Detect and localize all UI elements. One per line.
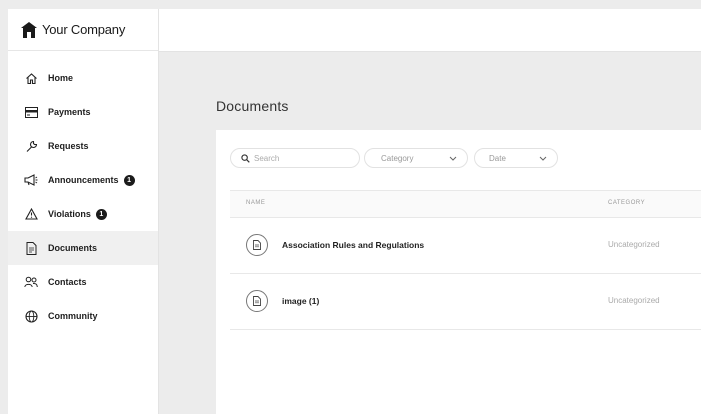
- sidebar-item-label: Requests: [48, 141, 89, 151]
- search-icon: [241, 153, 250, 163]
- document-name[interactable]: image (1): [282, 296, 319, 306]
- sidebar-item-community[interactable]: Community: [8, 299, 158, 333]
- sidebar-item-contacts[interactable]: Contacts: [8, 265, 158, 299]
- warning-icon: [24, 207, 38, 221]
- sidebar-item-requests[interactable]: Requests: [8, 129, 158, 163]
- document-category: Uncategorized: [608, 240, 660, 249]
- sidebar-item-label: Community: [48, 311, 98, 321]
- sidebar-item-label: Announcements: [48, 175, 119, 185]
- notification-badge: 1: [95, 208, 107, 220]
- notification-badge: 1: [123, 174, 135, 186]
- globe-icon: [24, 309, 38, 323]
- documents-card: Search Category Date NAME CATEGORY Assoc…: [216, 130, 701, 414]
- sidebar-item-label: Home: [48, 73, 74, 83]
- column-header-name[interactable]: NAME: [246, 200, 265, 206]
- house-icon: [21, 21, 37, 38]
- search-input[interactable]: Search: [230, 148, 360, 168]
- company-logo[interactable]: Your Company: [8, 9, 158, 51]
- column-header-category[interactable]: CATEGORY: [608, 200, 645, 206]
- category-dropdown[interactable]: Category: [364, 148, 468, 168]
- top-bar: [159, 9, 701, 52]
- table-header: NAME CATEGORY: [230, 190, 701, 218]
- document-name[interactable]: Association Rules and Regulations: [282, 240, 424, 250]
- sidebar-item-label: Violations: [48, 209, 91, 219]
- sidebar-nav: Home Payments Requests Announcements 1 V…: [8, 61, 158, 333]
- search-placeholder: Search: [254, 153, 280, 163]
- document-icon: [24, 241, 38, 255]
- sidebar-item-violations[interactable]: Violations 1: [8, 197, 158, 231]
- wrench-icon: [24, 139, 38, 153]
- chevron-down-icon: [539, 156, 547, 161]
- sidebar-item-announcements[interactable]: Announcements 1: [8, 163, 158, 197]
- sidebar-item-home[interactable]: Home: [8, 61, 158, 95]
- sidebar-item-payments[interactable]: Payments: [8, 95, 158, 129]
- sidebar-item-documents[interactable]: Documents: [8, 231, 158, 265]
- credit-card-icon: [24, 105, 38, 119]
- sidebar-item-label: Contacts: [48, 277, 87, 287]
- chevron-down-icon: [449, 156, 457, 161]
- sidebar-item-label: Payments: [48, 107, 91, 117]
- company-name: Your Company: [42, 22, 126, 37]
- document-category: Uncategorized: [608, 296, 660, 305]
- filter-bar: Search Category Date: [230, 148, 558, 168]
- date-dropdown-label: Date: [489, 153, 506, 163]
- document-icon: [246, 290, 268, 312]
- sidebar-item-label: Documents: [48, 243, 98, 253]
- page-title: Documents: [216, 98, 289, 114]
- date-dropdown[interactable]: Date: [474, 148, 558, 168]
- sidebar: Your Company Home Payments Requests Anno…: [8, 9, 159, 414]
- home-icon: [24, 71, 38, 85]
- documents-table: NAME CATEGORY Association Rules and Regu…: [230, 190, 701, 330]
- megaphone-icon: [24, 173, 38, 187]
- table-row[interactable]: image (1) Uncategorized: [230, 274, 701, 330]
- people-icon: [24, 275, 38, 289]
- document-icon: [246, 234, 268, 256]
- table-row[interactable]: Association Rules and Regulations Uncate…: [230, 218, 701, 274]
- category-dropdown-label: Category: [381, 153, 414, 163]
